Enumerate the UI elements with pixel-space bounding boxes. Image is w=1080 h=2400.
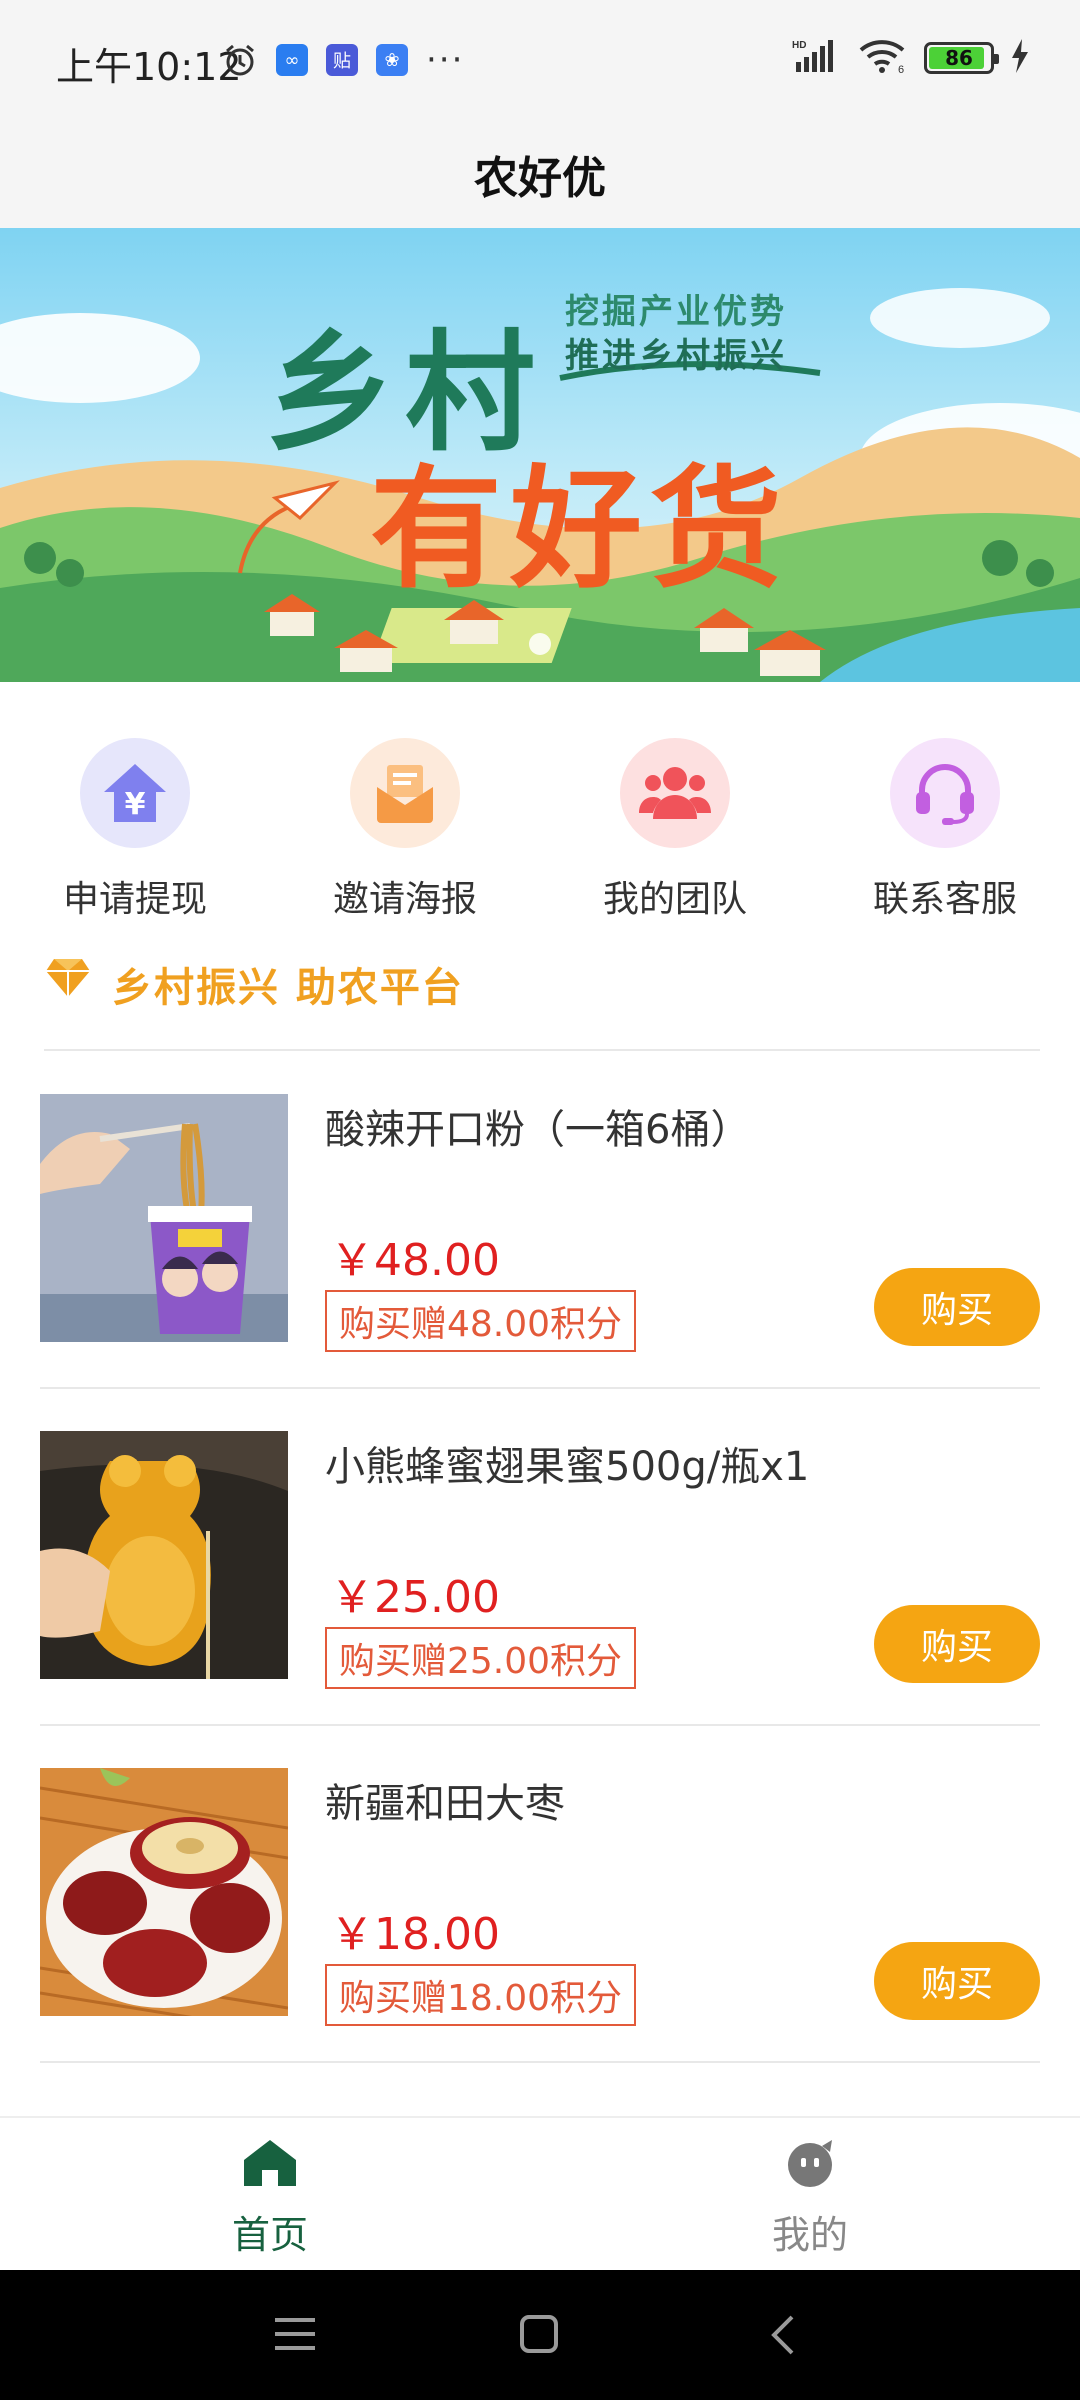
tab-label: 首页 xyxy=(231,2213,308,2257)
product-item[interactable]: 小熊蜂蜜翅果蜜500g/瓶x1 ￥25.00 购买赠25.00积分 购买 xyxy=(40,1389,1040,1726)
product-name: 新疆和田大枣 xyxy=(325,1781,565,1827)
baidu-notification-icon: ❀ xyxy=(376,44,408,76)
product-image[interactable] xyxy=(40,1431,288,1679)
battery-icon: 86 xyxy=(924,42,999,74)
product-item[interactable]: 酸辣开口粉（一箱6桶） ￥48.00 购买赠48.00积分 购买 xyxy=(40,1052,1040,1389)
quick-item-poster[interactable]: 邀请海报 xyxy=(270,738,540,928)
diamond-icon xyxy=(44,955,92,1003)
product-image[interactable] xyxy=(40,1094,288,1342)
product-price: ￥48.00 xyxy=(330,1235,500,1286)
buy-button[interactable]: 购买 xyxy=(874,1942,1040,2020)
home-icon xyxy=(242,2138,298,2192)
svg-text:HD: HD xyxy=(792,40,806,51)
bottom-tab-bar: 首页 我的 xyxy=(0,2116,1080,2270)
section-title: 乡村振兴 助农平台 xyxy=(112,964,464,1011)
charging-bolt-icon xyxy=(1010,39,1030,77)
tab-mine[interactable]: 我的 xyxy=(540,2118,1080,2270)
carousel-indicator[interactable] xyxy=(529,633,551,655)
product-price: ￥18.00 xyxy=(330,1909,500,1960)
product-item[interactable]: 新疆和田大枣 ￥18.00 购买赠18.00积分 购买 xyxy=(40,1726,1040,2063)
headset-icon xyxy=(890,738,1000,848)
page-title: 农好优 xyxy=(474,153,606,204)
product-points-badge: 购买赠48.00积分 xyxy=(325,1290,637,1352)
buy-button[interactable]: 购买 xyxy=(874,1605,1040,1683)
buy-button[interactable]: 购买 xyxy=(874,1268,1040,1346)
team-people-icon xyxy=(620,738,730,848)
app-notification-icon: ∞ xyxy=(276,44,308,76)
tab-home[interactable]: 首页 xyxy=(0,2118,540,2270)
back-icon[interactable] xyxy=(768,2314,798,2360)
product-name: 酸辣开口粉（一箱6桶） xyxy=(325,1107,751,1153)
product-points-badge: 购买赠18.00积分 xyxy=(325,1964,637,2026)
product-list: 酸辣开口粉（一箱6桶） ￥48.00 购买赠48.00积分 购买 小熊蜂蜜翅果蜜… xyxy=(40,1052,1040,2063)
tieba-notification-icon: 贴 xyxy=(326,44,358,76)
envelope-icon xyxy=(350,738,460,848)
profile-face-icon xyxy=(782,2138,838,2192)
tab-label: 我的 xyxy=(771,2213,848,2257)
promo-banner[interactable]: 乡村 有好货 挖掘产业优势 推进乡村振兴 xyxy=(0,228,1080,682)
notification-icons: ∞ 贴 ❀ ··· xyxy=(222,40,464,80)
menu-icon[interactable] xyxy=(275,2314,317,2358)
product-name: 小熊蜂蜜翅果蜜500g/瓶x1 xyxy=(325,1444,810,1490)
quick-item-customer-service[interactable]: 联系客服 xyxy=(810,738,1080,928)
system-navigation-bar xyxy=(0,2270,1080,2400)
alarm-clock-icon xyxy=(222,42,258,78)
cellular-signal-icon: HD xyxy=(792,38,842,78)
banner-subtitle-1: 挖掘产业优势 xyxy=(565,292,787,332)
status-time: 上午10:12 xyxy=(56,45,242,89)
home-button-icon[interactable] xyxy=(519,2314,561,2360)
quick-menu: ¥ 申请提现 邀请海报 我的团队 联系客服 xyxy=(0,738,1080,928)
section-header: 乡村振兴 助农平台 xyxy=(44,955,1040,1051)
banner-subtitle-2: 推进乡村振兴 xyxy=(565,336,787,376)
banner-headline-2: 有好货 xyxy=(370,452,790,607)
battery-level: 86 xyxy=(945,46,973,70)
withdraw-house-yen-icon: ¥ xyxy=(80,738,190,848)
status-bar: 上午10:12 ∞ 贴 ❀ ··· HD 6 86 xyxy=(0,0,1080,120)
wifi-icon: 6 xyxy=(858,38,908,78)
app-header: 农好优 xyxy=(0,120,1080,228)
svg-text:¥: ¥ xyxy=(125,787,146,822)
quick-item-label: 邀请海报 xyxy=(332,879,477,920)
product-price: ￥25.00 xyxy=(330,1572,500,1623)
quick-item-team[interactable]: 我的团队 xyxy=(540,738,810,928)
quick-item-label: 联系客服 xyxy=(872,879,1017,920)
quick-item-withdraw[interactable]: ¥ 申请提现 xyxy=(0,738,270,928)
quick-item-label: 申请提现 xyxy=(62,879,207,920)
product-points-badge: 购买赠25.00积分 xyxy=(325,1627,637,1689)
quick-item-label: 我的团队 xyxy=(602,879,747,920)
system-status-icons: HD 6 86 xyxy=(792,38,1030,78)
svg-text:6: 6 xyxy=(898,64,904,74)
product-image[interactable] xyxy=(40,1768,288,2016)
more-notifications-icon: ··· xyxy=(426,40,465,80)
